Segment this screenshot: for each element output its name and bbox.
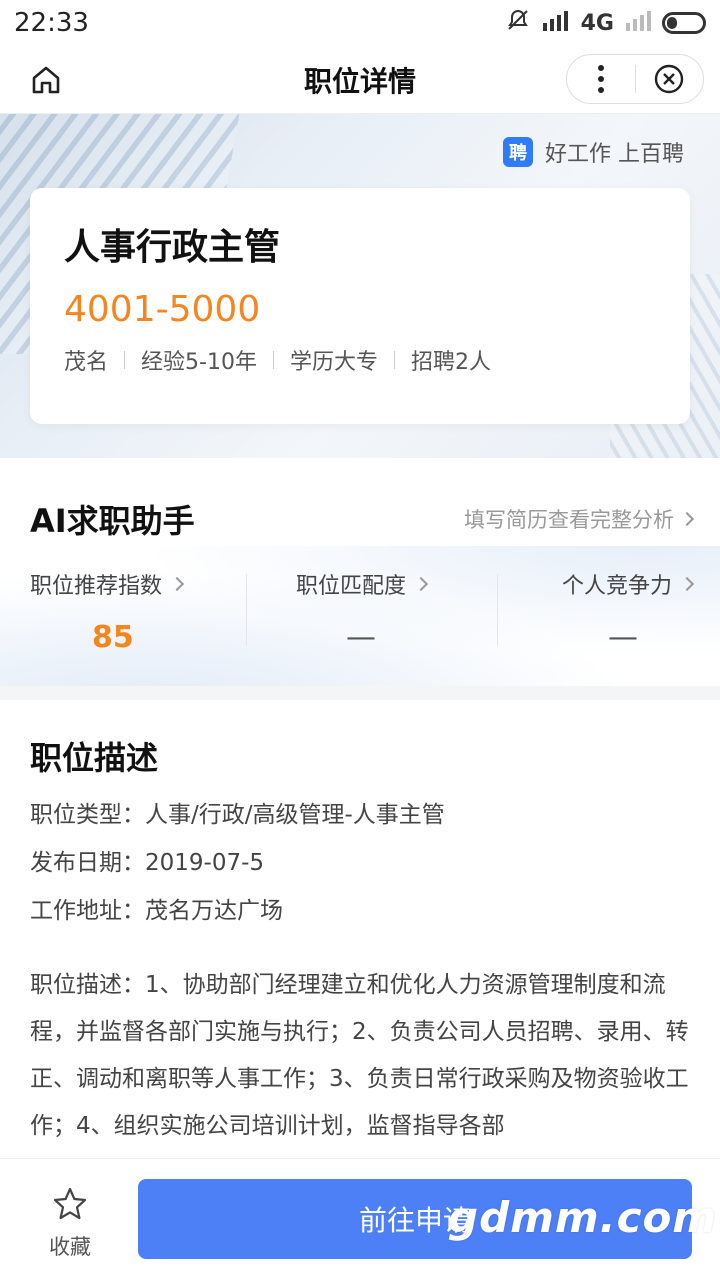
chevron-right-icon [679, 511, 695, 527]
metric-label: 职位推荐指数 [30, 574, 163, 599]
chevron-right-icon [413, 576, 429, 592]
metric-label: 职位匹配度 [296, 574, 407, 599]
ai-assistant-section: AI求职助手 填写简历查看完整分析 职位推荐指数 85 职位匹配度 — 个人竞争… [0, 458, 720, 686]
job-description-section: 职位描述 职位类型：人事/行政/高级管理-人事主管 发布日期：2019-07-5… [0, 700, 720, 1160]
description-body: 职位描述：1、协助部门经理建立和优化人力资源管理制度和流程，并监督各部门实施与执… [30, 972, 689, 1139]
job-meta: 茂名 经验5-10年 学历大专 招聘2人 [64, 344, 656, 376]
status-bar: 22:33 4G [0, 0, 720, 46]
resume-analysis-label: 填写简历查看完整分析 [464, 508, 674, 532]
chevron-right-icon [169, 576, 185, 592]
job-education: 学历大专 [289, 350, 378, 375]
metric-recommend-index[interactable]: 职位推荐指数 85 [0, 568, 251, 655]
watermark: gdmm.com [448, 1193, 718, 1242]
star-icon [53, 1187, 87, 1220]
close-button[interactable] [636, 55, 704, 103]
metric-value: — [608, 620, 639, 655]
ai-metrics: 职位推荐指数 85 职位匹配度 — 个人竞争力 — [0, 568, 720, 655]
more-icon [597, 65, 604, 93]
metric-value: — [346, 620, 376, 655]
salary: 4001-5000 [64, 289, 261, 330]
resume-analysis-link[interactable]: 填写简历查看完整分析 [464, 504, 695, 534]
signal-icon [541, 9, 571, 37]
miniapp-capsule [566, 54, 704, 104]
brand-logo-icon: 聘 [503, 137, 533, 167]
bottom-action-bar: 收藏 前往申请 gdmm.com [0, 1158, 720, 1280]
ai-title: AI求职助手 [30, 502, 195, 540]
publish-date: 发布日期：2019-07-5 [30, 850, 265, 876]
favorite-label: 收藏 [49, 1235, 91, 1259]
metric-match-degree[interactable]: 职位匹配度 — [251, 568, 472, 655]
meta-divider [272, 351, 274, 369]
close-icon [655, 64, 684, 94]
work-address: 工作地址：茂名万达广场 [30, 898, 283, 924]
metric-competitiveness[interactable]: 个人竞争力 — [471, 568, 720, 655]
home-button[interactable] [26, 60, 66, 100]
battery-icon [662, 12, 706, 34]
home-icon [32, 66, 60, 94]
job-title: 人事行政主管 [64, 227, 281, 268]
job-type: 职位类型：人事/行政/高级管理-人事主管 [30, 802, 445, 828]
job-location: 茂名 [64, 350, 109, 375]
brand: 聘 好工作 上百聘 [503, 136, 684, 168]
chevron-right-icon [679, 576, 695, 592]
job-headcount: 招聘2人 [410, 350, 491, 375]
brand-text: 好工作 上百聘 [545, 142, 684, 167]
metric-divider [246, 574, 247, 646]
metric-value: 85 [92, 620, 134, 655]
network-label: 4G [580, 10, 614, 36]
job-experience: 经验5-10年 [141, 350, 257, 375]
more-button[interactable] [567, 55, 635, 103]
description-fields: 职位类型：人事/行政/高级管理-人事主管 发布日期：2019-07-5 工作地址… [30, 800, 690, 926]
status-icons: 4G [505, 7, 706, 39]
job-summary-card: 人事行政主管 4001-5000 茂名 经验5-10年 学历大专 招聘2人 [30, 188, 690, 424]
favorite-button[interactable]: 收藏 [40, 1185, 100, 1261]
metric-label: 个人竞争力 [562, 574, 673, 599]
signal-weak-icon [624, 9, 652, 37]
meta-divider [393, 351, 395, 369]
meta-divider [124, 351, 126, 369]
status-time: 22:33 [14, 8, 89, 38]
nav-bar: 职位详情 [0, 46, 720, 114]
mute-icon [505, 7, 531, 39]
description-heading: 职位描述 [30, 739, 159, 777]
